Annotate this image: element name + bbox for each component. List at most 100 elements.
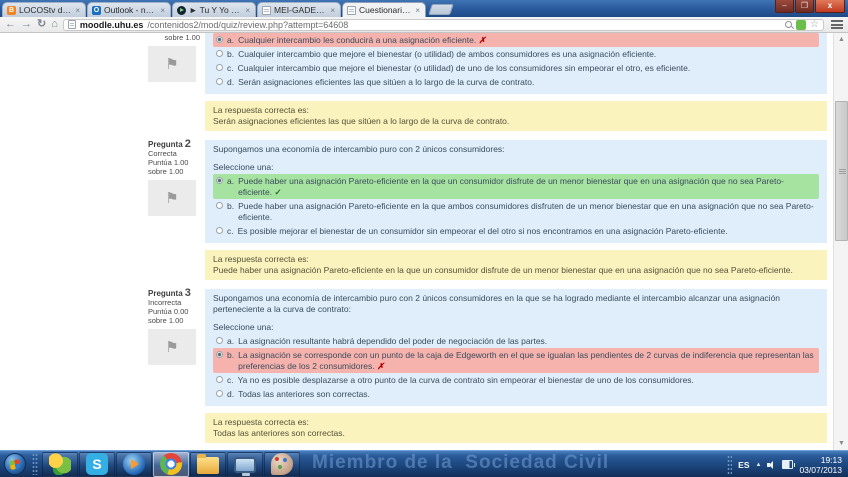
battery-icon[interactable]	[782, 460, 793, 469]
forward-icon[interactable]: →	[21, 19, 32, 30]
browser-titlebar: B LOCOStv deJamónyC × O Outlook - nsogon…	[0, 0, 848, 17]
question-info: Pregunta 3 Incorrecta Puntúa 0.00 sobre …	[148, 289, 200, 443]
address-bar[interactable]: moodle.uhu.es/contenidos2/mod/quiz/revie…	[63, 19, 824, 31]
maximize-button[interactable]: ❐	[795, 0, 814, 13]
taskbar-remote-desktop-button[interactable]	[227, 452, 263, 477]
taskbar-skype-button[interactable]: S	[79, 452, 115, 477]
options-block: Supongamos una economía de intercambio p…	[205, 289, 827, 406]
option-c[interactable]: c. Es posible mejorar el bienestar de un…	[213, 224, 819, 238]
option-text: La asignación resultante habrá dependido…	[238, 336, 547, 347]
radio-icon[interactable]	[216, 390, 223, 397]
tab-mei-gade[interactable]: MEI-GADE: Cuestion... ×	[257, 2, 341, 17]
tab-outlook[interactable]: O Outlook - nsogonse_ ×	[87, 2, 171, 17]
tab-cuestionario-active[interactable]: Cuestionario Tema ×	[342, 2, 426, 17]
bookmark-star-icon[interactable]: ☆	[810, 20, 819, 30]
question-info: Pregunta 2 Correcta Puntúa 1.00 sobre 1.…	[148, 140, 200, 280]
radio-selected-icon[interactable]	[216, 177, 223, 184]
question-state: Incorrecta	[148, 298, 200, 307]
extension-icon[interactable]	[796, 20, 806, 30]
scroll-down-icon[interactable]: ▼	[834, 437, 848, 450]
option-a[interactable]: a. Puede haber una asignación Pareto-efi…	[213, 174, 819, 199]
media-player-icon	[123, 453, 145, 475]
question-label: Pregunta	[148, 140, 183, 149]
taskbar-media-player-button[interactable]	[116, 452, 152, 477]
system-tray: ES ▲ 19:13 03/07/2013	[727, 451, 846, 477]
options-block: a. Cualquier intercambio les conducirá a…	[205, 33, 827, 94]
option-a[interactable]: a. La asignación resultante habrá depend…	[213, 334, 819, 348]
correct-check-icon: ✓	[275, 187, 282, 197]
taskbar-explorer-button[interactable]	[190, 452, 226, 477]
option-c[interactable]: c. Cualquier intercambio que mejore el b…	[213, 61, 819, 75]
tab-close-icon[interactable]: ×	[74, 6, 81, 15]
close-button[interactable]: x	[815, 0, 845, 13]
vertical-scrollbar[interactable]: ▲ ▼	[833, 33, 848, 450]
window-controls: – ❐ x	[774, 0, 845, 13]
minimize-button[interactable]: –	[775, 0, 794, 13]
language-indicator[interactable]: ES	[738, 460, 749, 470]
blogger-icon: B	[7, 6, 16, 15]
option-d[interactable]: d. Todas las anteriores son correctas.	[213, 387, 819, 401]
taskbar-messenger-button[interactable]	[42, 452, 78, 477]
taskbar-clock[interactable]: 19:13 03/07/2013	[799, 455, 842, 475]
option-b[interactable]: b. La asignación se corresponde con un p…	[213, 348, 819, 373]
option-key: a.	[227, 336, 234, 347]
radio-selected-icon[interactable]	[216, 36, 223, 43]
browser-menu-icon[interactable]	[831, 20, 843, 29]
paint-palette-icon	[271, 453, 293, 475]
tab-close-icon[interactable]: ×	[329, 6, 336, 15]
radio-icon[interactable]	[216, 227, 223, 234]
scrollbar-thumb[interactable]	[835, 101, 848, 241]
monitor-icon	[234, 457, 256, 473]
flag-icon: ⚑	[165, 343, 178, 352]
question-content: Supongamos una economía de intercambio p…	[205, 289, 827, 443]
flag-icon: ⚑	[165, 60, 178, 69]
feedback-label: La respuesta correcta es:	[213, 417, 819, 428]
tab-locostv[interactable]: B LOCOStv deJamónyC ×	[2, 2, 86, 17]
incorrect-x-icon: ✗	[479, 35, 486, 45]
option-b[interactable]: b. Puede haber una asignación Pareto-efi…	[213, 199, 819, 224]
flag-box[interactable]: ⚑	[148, 180, 196, 216]
feedback-text: Serán asignaciones eficientes las que si…	[213, 116, 819, 127]
option-c[interactable]: c. Ya no es posible desplazarse a otro p…	[213, 373, 819, 387]
radio-icon[interactable]	[216, 202, 223, 209]
search-icon[interactable]	[785, 21, 792, 28]
tab-close-icon[interactable]: ×	[414, 6, 421, 15]
scroll-up-icon[interactable]: ▲	[834, 33, 848, 46]
option-b[interactable]: b. Cualquier intercambio que mejore el b…	[213, 47, 819, 61]
home-icon[interactable]: ⌂	[51, 19, 58, 30]
url-domain: moodle.uhu.es	[80, 20, 144, 30]
question-1: sobre 1.00 ⚑ a. Cualquier intercambio le…	[0, 33, 833, 131]
option-d[interactable]: d. Serán asignaciones eficientes las que…	[213, 75, 819, 89]
radio-icon[interactable]	[216, 50, 223, 57]
option-key: b.	[227, 350, 234, 361]
option-text: Serán asignaciones eficientes las que si…	[238, 77, 534, 88]
radio-icon[interactable]	[216, 78, 223, 85]
radio-icon[interactable]	[216, 337, 223, 344]
tab-close-icon[interactable]: ×	[159, 6, 166, 15]
option-text: Cualquier intercambio que mejore el bien…	[238, 49, 656, 60]
start-button[interactable]	[4, 453, 26, 475]
options-block: Supongamos una economía de intercambio p…	[205, 140, 827, 243]
radio-icon[interactable]	[216, 376, 223, 383]
option-key: c.	[227, 63, 234, 74]
radio-icon[interactable]	[216, 64, 223, 71]
tab-close-icon[interactable]: ×	[244, 6, 251, 15]
speaker-icon[interactable]	[767, 460, 776, 469]
feedback-box: La respuesta correcta es: Serán asignaci…	[205, 101, 827, 131]
reload-icon[interactable]: ↻	[37, 19, 46, 30]
windows-logo-icon	[9, 459, 20, 470]
select-one-label: Seleccione una:	[213, 322, 819, 333]
flag-box[interactable]: ⚑	[148, 329, 196, 365]
flag-box[interactable]: ⚑	[148, 46, 196, 82]
new-tab-button[interactable]	[428, 4, 454, 15]
show-hidden-icons[interactable]: ▲	[756, 462, 762, 468]
radio-selected-icon[interactable]	[216, 351, 223, 358]
taskbar-chrome-button[interactable]	[153, 452, 189, 477]
feedback-label: La respuesta correcta es:	[213, 105, 819, 116]
option-a[interactable]: a. Cualquier intercambio les conducirá a…	[213, 33, 819, 47]
back-icon[interactable]: ←	[5, 19, 16, 30]
taskbar-paint-button[interactable]	[264, 452, 300, 477]
quiz-review-page: sobre 1.00 ⚑ a. Cualquier intercambio le…	[0, 33, 833, 450]
question-2: Pregunta 2 Correcta Puntúa 1.00 sobre 1.…	[0, 140, 833, 280]
tab-music-player[interactable]: ► Tu Y Yo - Prince | ×	[172, 2, 256, 17]
